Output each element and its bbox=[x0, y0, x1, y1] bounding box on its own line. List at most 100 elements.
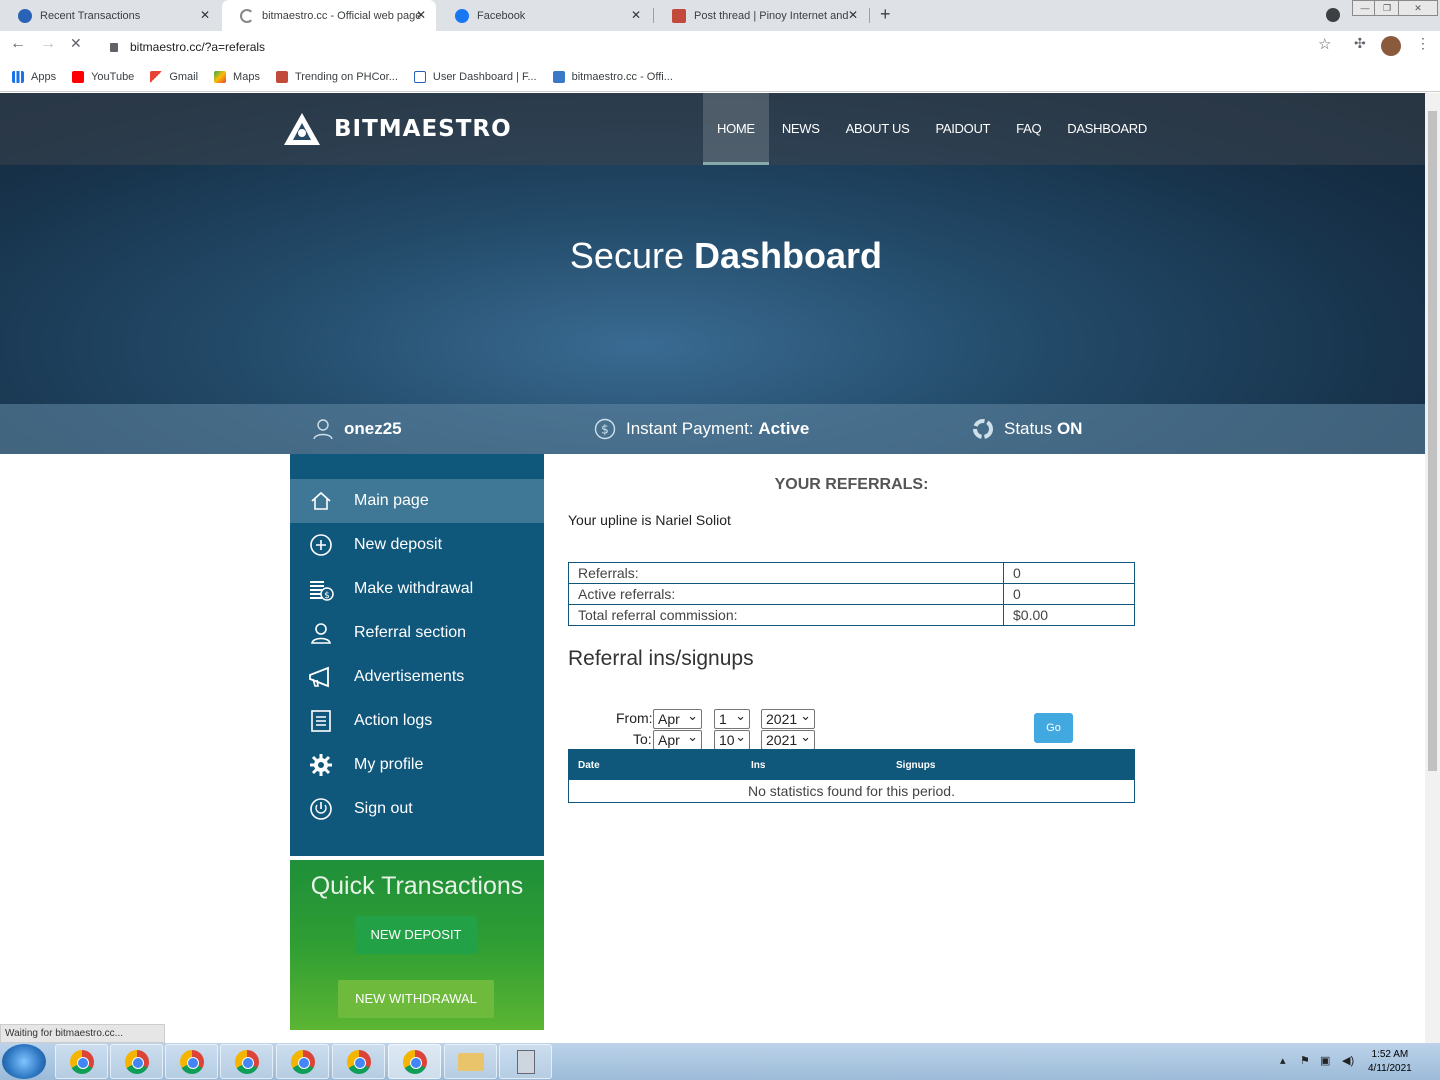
coins-icon: $ bbox=[308, 576, 334, 602]
close-window-button[interactable]: ✕ bbox=[1398, 0, 1438, 16]
action-center-flag-icon[interactable]: ⚑ bbox=[1300, 1054, 1310, 1067]
table-cell-value: $0.00 bbox=[1003, 604, 1135, 626]
menu-dots-icon[interactable]: ⋮ bbox=[1416, 35, 1430, 52]
gmail-icon bbox=[150, 70, 163, 83]
from-day-select[interactable]: 1 bbox=[714, 707, 750, 729]
username-info: onez25 bbox=[312, 404, 402, 454]
stop-loading-icon[interactable]: ✕ bbox=[70, 35, 82, 52]
bookmark-star-icon[interactable]: ☆ bbox=[1318, 35, 1331, 53]
instant-payment-value: Active bbox=[758, 419, 810, 438]
sidebar-item-main-page[interactable]: Main page bbox=[290, 479, 544, 523]
hero-banner: BITMAESTRO HOME NEWS ABOUT US PAIDOUT FA… bbox=[0, 93, 1425, 454]
sidebar-item-action-logs[interactable]: Action logs bbox=[290, 699, 544, 743]
forward-arrow-icon[interactable]: → bbox=[40, 35, 56, 53]
table-cell-label: Active referrals: bbox=[568, 583, 1004, 605]
close-tab-icon[interactable]: ✕ bbox=[200, 8, 210, 22]
table-row: Total referral commission: $0.00 bbox=[568, 604, 1135, 626]
page-scrollbar[interactable] bbox=[1425, 93, 1440, 1043]
sidebar-item-advertisements[interactable]: Advertisements bbox=[290, 655, 544, 699]
bookmark-phcorner[interactable]: Trending on PHCor... bbox=[275, 70, 398, 83]
taskbar-chrome-window[interactable] bbox=[110, 1044, 163, 1079]
sidebar-item-referral-section[interactable]: Referral section bbox=[290, 611, 544, 655]
apps-grid-icon bbox=[12, 70, 24, 83]
nav-about-us[interactable]: ABOUT US bbox=[833, 93, 923, 165]
from-year-select[interactable]: 2021 bbox=[761, 707, 815, 729]
network-icon[interactable]: ▣ bbox=[1320, 1054, 1330, 1067]
address-bar[interactable]: bitmaestro.cc/?a=referals bbox=[100, 34, 1340, 60]
taskbar-chrome-window[interactable] bbox=[332, 1044, 385, 1079]
to-month-select[interactable]: Apr bbox=[653, 728, 702, 750]
taskbar-chrome-window[interactable] bbox=[55, 1044, 108, 1079]
site-viewport: BITMAESTRO HOME NEWS ABOUT US PAIDOUT FA… bbox=[0, 93, 1425, 1043]
taskbar-calculator[interactable] bbox=[499, 1044, 552, 1079]
tray-expand-icon[interactable]: ▴ bbox=[1280, 1054, 1286, 1067]
close-tab-icon[interactable]: ✕ bbox=[631, 8, 641, 22]
to-year-select[interactable]: 2021 bbox=[761, 728, 815, 750]
restore-button[interactable]: ❐ bbox=[1374, 0, 1400, 16]
taskbar-chrome-window[interactable] bbox=[220, 1044, 273, 1079]
referral-stats-table: Referrals: 0 Active referrals: 0 Total ref… bbox=[568, 562, 1135, 626]
nav-news[interactable]: NEWS bbox=[769, 93, 833, 165]
phcorner-icon bbox=[275, 70, 288, 83]
plus-circle-icon bbox=[308, 532, 334, 558]
svg-text:$: $ bbox=[601, 423, 609, 437]
sidebar-item-sign-out[interactable]: Sign out bbox=[290, 787, 544, 831]
browser-tab-bitmaestro[interactable]: bitmaestro.cc - Official web page ✕ bbox=[222, 0, 436, 31]
to-day-select[interactable]: 10 bbox=[714, 728, 750, 750]
bitmaestro-favicon-icon bbox=[552, 70, 565, 83]
bookmark-youtube[interactable]: YouTube bbox=[72, 70, 134, 83]
sidebar-item-label: Make withdrawal bbox=[354, 580, 474, 597]
site-logo[interactable]: BITMAESTRO bbox=[282, 111, 512, 147]
sidebar-item-make-withdrawal[interactable]: $ Make withdrawal bbox=[290, 567, 544, 611]
browser-tab-recent-transactions[interactable]: Recent Transactions ✕ bbox=[0, 0, 220, 31]
bookmark-bitmaestro[interactable]: bitmaestro.cc - Offi... bbox=[552, 70, 673, 83]
user-icon bbox=[313, 419, 333, 440]
windows-taskbar: ▴ ⚑ ▣ ◀) 1:52 AM 4/11/2021 bbox=[0, 1043, 1440, 1080]
close-tab-icon[interactable]: ✕ bbox=[848, 8, 858, 22]
column-header-signups: Signups bbox=[896, 760, 936, 771]
column-header-ins: Ins bbox=[751, 760, 766, 771]
browser-status-bar: Waiting for bitmaestro.cc... bbox=[0, 1024, 165, 1043]
browser-tab-strip: Recent Transactions ✕ bitmaestro.cc - Of… bbox=[0, 0, 1440, 31]
back-arrow-icon[interactable]: ← bbox=[10, 35, 26, 53]
quick-transactions-panel: Quick Transactions NEW DEPOSIT NEW WITHD… bbox=[290, 860, 544, 1030]
chrome-icon bbox=[402, 1049, 427, 1074]
tab-favicon-icon bbox=[18, 8, 32, 23]
taskbar-chrome-window-active[interactable] bbox=[388, 1044, 441, 1079]
bookmark-label: Apps bbox=[31, 70, 57, 83]
bookmark-apps[interactable]: Apps bbox=[12, 70, 57, 83]
taskbar-chrome-window[interactable] bbox=[276, 1044, 329, 1079]
sidebar-item-new-deposit[interactable]: New deposit bbox=[290, 523, 544, 567]
browser-tab-facebook[interactable]: Facebook ✕ bbox=[437, 0, 651, 31]
bookmark-label: Trending on PHCor... bbox=[294, 70, 398, 83]
start-button[interactable] bbox=[2, 1044, 46, 1079]
taskbar-explorer[interactable] bbox=[444, 1044, 497, 1079]
extensions-icon[interactable]: ✣ bbox=[1354, 35, 1366, 52]
profile-menu-icon[interactable] bbox=[1326, 8, 1340, 22]
system-clock[interactable]: 1:52 AM 4/11/2021 bbox=[1368, 1048, 1412, 1076]
close-tab-icon[interactable]: ✕ bbox=[416, 8, 426, 22]
nav-home[interactable]: HOME bbox=[703, 93, 769, 165]
scrollbar-thumb[interactable] bbox=[1428, 111, 1437, 771]
url-text: bitmaestro.cc/?a=referals bbox=[130, 40, 266, 54]
avatar[interactable] bbox=[1381, 36, 1401, 56]
chrome-icon bbox=[290, 1049, 315, 1074]
nav-faq[interactable]: FAQ bbox=[1003, 93, 1054, 165]
from-month-select[interactable]: Apr bbox=[653, 707, 702, 729]
volume-icon[interactable]: ◀) bbox=[1342, 1054, 1354, 1067]
taskbar-chrome-window[interactable] bbox=[165, 1044, 218, 1079]
nav-dashboard[interactable]: DASHBOARD bbox=[1054, 93, 1160, 165]
new-tab-button[interactable]: + bbox=[880, 4, 891, 25]
tab-title: bitmaestro.cc - Official web page bbox=[262, 9, 422, 22]
bookmark-user-dashboard[interactable]: User Dashboard | F... bbox=[413, 70, 537, 83]
new-withdrawal-button[interactable]: NEW WITHDRAWAL bbox=[338, 980, 494, 1018]
sidebar-item-my-profile[interactable]: My profile bbox=[290, 743, 544, 787]
browser-tab-pinoy[interactable]: Post thread | Pinoy Internet and ✕ bbox=[654, 0, 868, 31]
quick-transactions-title: Quick Transactions bbox=[310, 872, 524, 900]
new-deposit-button[interactable]: NEW DEPOSIT bbox=[355, 916, 477, 954]
go-button[interactable]: Go bbox=[1034, 713, 1073, 743]
bookmark-maps[interactable]: Maps bbox=[214, 70, 260, 83]
bookmark-gmail[interactable]: Gmail bbox=[150, 70, 198, 83]
nav-paidout[interactable]: PAIDOUT bbox=[922, 93, 1003, 165]
table-cell-value: 0 bbox=[1003, 583, 1135, 605]
